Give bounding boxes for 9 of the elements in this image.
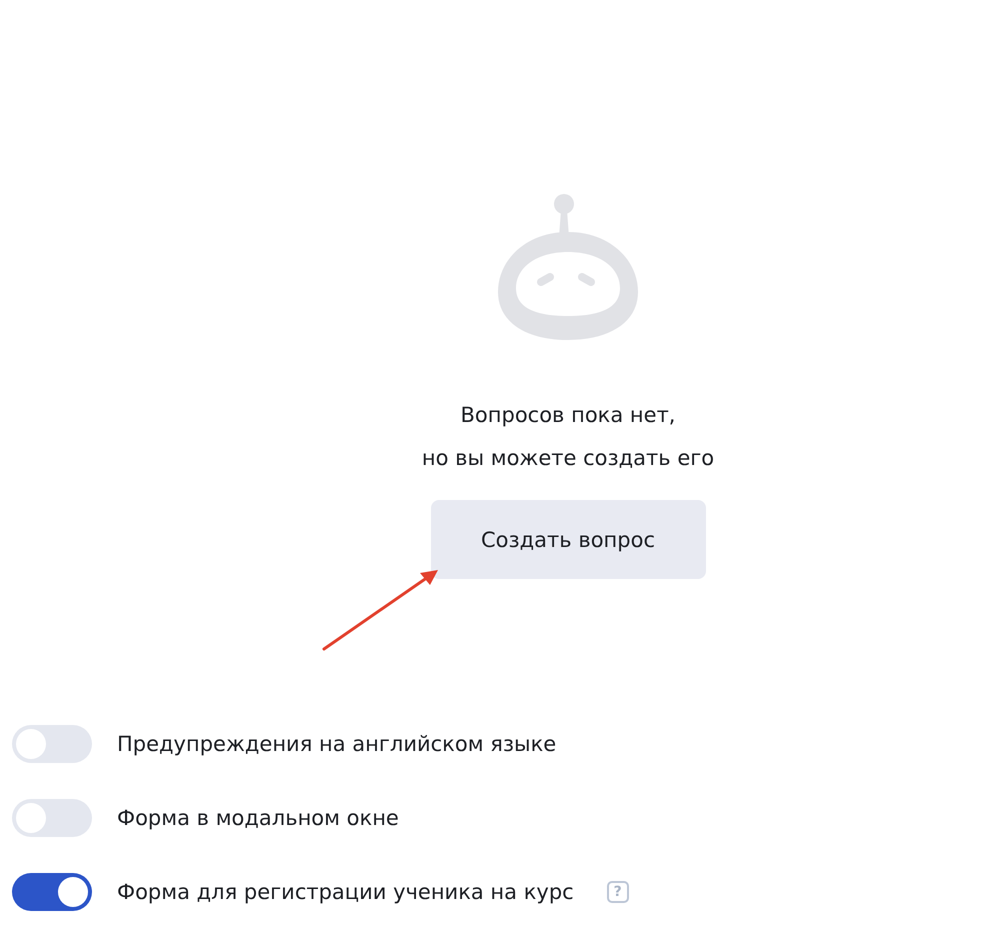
setting-label: Предупреждения на английском языке	[117, 732, 556, 756]
setting-label: Форма для регистрации ученика на курс	[117, 880, 574, 904]
empty-message: Вопросов пока нет, но вы можете создать его	[422, 402, 714, 472]
create-question-button[interactable]: Создать вопрос	[430, 500, 706, 579]
robot-icon	[496, 192, 640, 342]
setting-label: Форма в модальном окне	[117, 806, 399, 830]
toggle-switch[interactable]	[12, 799, 92, 837]
toggle-switch[interactable]	[12, 725, 92, 763]
toggle-switch[interactable]	[12, 873, 92, 911]
